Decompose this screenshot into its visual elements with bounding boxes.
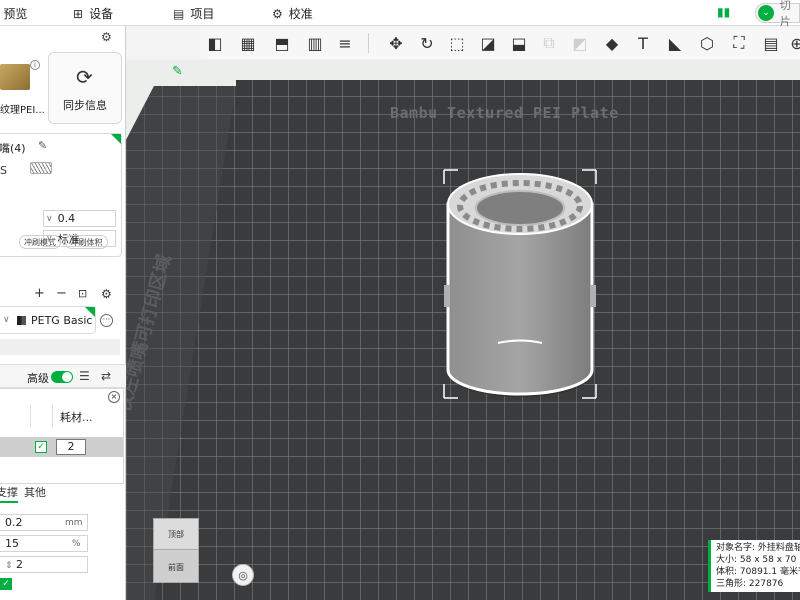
filament-select[interactable]: ∨ PETG Basic: [0, 306, 96, 334]
cube-top-face[interactable]: 顶部: [153, 518, 199, 550]
nav-device[interactable]: ⊞ 设备: [73, 5, 113, 22]
add-object-icon[interactable]: ◧: [204, 32, 226, 54]
gear-icon[interactable]: ⚙: [101, 287, 112, 301]
arrange-icon[interactable]: ▥: [304, 32, 326, 54]
checkbox[interactable]: ✓: [35, 441, 47, 453]
filament-color-swatch: [17, 316, 26, 325]
device-icon: ⊞: [73, 6, 84, 21]
sync-filament-icon[interactable]: ⊡: [78, 287, 87, 300]
stepper-arrows-icon[interactable]: ⇕: [5, 561, 13, 571]
layer-height-input[interactable]: 0.2 mm: [0, 514, 88, 531]
text-icon[interactable]: T: [632, 32, 654, 54]
layout-icon[interactable]: ▮▮: [717, 5, 730, 19]
info-icon[interactable]: i: [30, 60, 40, 70]
mesh-boolean-icon: ⧉: [543, 33, 555, 52]
checkbox[interactable]: ✓: [0, 578, 12, 590]
advanced-toggle[interactable]: [51, 371, 73, 383]
cut-icon[interactable]: ⬓: [508, 32, 530, 54]
chevron-down-icon: ∨: [46, 213, 53, 224]
table-row[interactable]: ✓ 2: [0, 437, 123, 457]
plate-thumbnail: [0, 64, 30, 90]
flush-volume-button[interactable]: 冲刷体积: [65, 235, 108, 249]
column-header: 耗材...: [60, 411, 93, 424]
sync-icon: ⟳: [76, 65, 93, 89]
object-info-panel: 对象名字: 外挂料盘轴承 大小: 58 x 58 x 70 体积: 70891.…: [708, 540, 800, 592]
gear-icon[interactable]: ⚙: [101, 30, 112, 44]
add-plate-icon[interactable]: ▦: [237, 32, 259, 54]
nozzle-image: [30, 162, 52, 174]
focus-icon: ◎: [238, 568, 248, 582]
filament-index-input[interactable]: 2: [56, 439, 86, 455]
rotate-icon[interactable]: ↻: [416, 32, 438, 54]
nozzle-title: 喷嘴(4): [0, 142, 26, 155]
box-icon[interactable]: ⬡: [696, 32, 718, 54]
more-icon[interactable]: ···: [100, 314, 113, 327]
infill-density-input[interactable]: 15 %: [0, 535, 88, 552]
nav-project[interactable]: ▤ 项目: [173, 5, 214, 22]
top-bar: ▣ 预览 ⊞ 设备 ▤ 项目 ⚙ 校准 ▮▮ ⌄ 切片: [0, 0, 800, 28]
wall-loops-stepper[interactable]: ⇕ 2: [0, 556, 88, 573]
edit-icon[interactable]: ✎: [38, 139, 47, 152]
scale-icon[interactable]: ⬚: [446, 32, 468, 54]
flush-mode-button[interactable]: 冲刷模式: [19, 235, 61, 249]
cube-front-face[interactable]: 前面: [153, 549, 199, 583]
plate-card[interactable]: i 纹理PEI...: [0, 50, 45, 126]
fit-view-icon[interactable]: ⛶: [728, 32, 750, 54]
project-icon: ▤: [173, 6, 185, 21]
explode-icon[interactable]: ⊕: [786, 32, 800, 54]
sync-info-button[interactable]: ⟳ 同步信息: [48, 52, 122, 124]
toolbar: ◧ ▦ ⬒ ▥ ≡ ✥ ↻ ⬚ ◪ ⬓ ⧉ ◩ ◆ T ◣ ⬡ ⛶ ▤ ⊕: [200, 27, 800, 59]
compare-icon[interactable]: ⇄: [101, 369, 111, 383]
nav-preview[interactable]: ▣ 预览: [0, 5, 27, 22]
calibration-icon: ⚙: [272, 6, 283, 21]
lay-on-face-icon[interactable]: ◪: [477, 32, 499, 54]
tab-support[interactable]: 支撑: [0, 484, 18, 500]
filament-toolbar: + − ⊡ ⚙: [0, 284, 122, 304]
chevron-down-icon: ∨: [3, 315, 10, 325]
layers-icon[interactable]: ▤: [760, 32, 782, 54]
split-icon[interactable]: ≡: [334, 32, 356, 54]
advanced-row: 高级 ☰ ⇄: [0, 364, 126, 388]
object-table: × 耗材... ✓ 2: [0, 388, 124, 484]
plate-name: 纹理PEI...: [0, 105, 45, 116]
object-size: 大小: 58 x 58 x 70: [716, 555, 797, 565]
object-name: 对象名字: 外挂料盘轴承: [716, 543, 800, 553]
object-volume: 体积: 70891.1 毫米³: [716, 567, 800, 577]
auto-orient-icon[interactable]: ⬒: [271, 32, 293, 54]
left-panel: ⚙ i 纹理PEI... ⟳ 同步信息 喷嘴(4) ✎ S ∨ 0.4 ∨ 标准…: [0, 26, 126, 600]
chevron-down-icon: ⌄: [758, 5, 774, 21]
nozzle-diameter-select[interactable]: ∨ 0.4: [43, 210, 116, 227]
add-icon[interactable]: +: [34, 286, 45, 301]
settings-tabs: 支撑 其他: [0, 484, 124, 503]
nav-calibration[interactable]: ⚙ 校准: [272, 5, 313, 22]
navigation-cube[interactable]: 顶部 前面: [153, 518, 201, 584]
support-paint-icon: ◩: [572, 33, 588, 53]
slice-button[interactable]: ⌄ 切片: [755, 0, 800, 28]
tab-other[interactable]: 其他: [24, 484, 46, 500]
object-triangles: 三角形: 227876: [716, 579, 784, 589]
seam-paint-icon[interactable]: ◣: [664, 32, 686, 54]
build-plate-scene: [126, 80, 800, 600]
3d-viewport[interactable]: ✎ Bambu Textured PEI Plate 仅左喷嘴可打印区域 顶部 …: [126, 60, 800, 600]
filament-slot-empty: [0, 339, 120, 355]
list-icon[interactable]: ☰: [79, 369, 90, 383]
zoom-fit-button[interactable]: ◎: [232, 564, 254, 586]
minus-icon[interactable]: −: [56, 286, 67, 301]
plate-label: Bambu Textured PEI Plate: [390, 104, 619, 122]
clear-icon[interactable]: ×: [108, 391, 120, 403]
corner-marker: [111, 134, 121, 144]
color-paint-icon[interactable]: ◆: [601, 32, 623, 54]
move-icon[interactable]: ✥: [385, 32, 407, 54]
